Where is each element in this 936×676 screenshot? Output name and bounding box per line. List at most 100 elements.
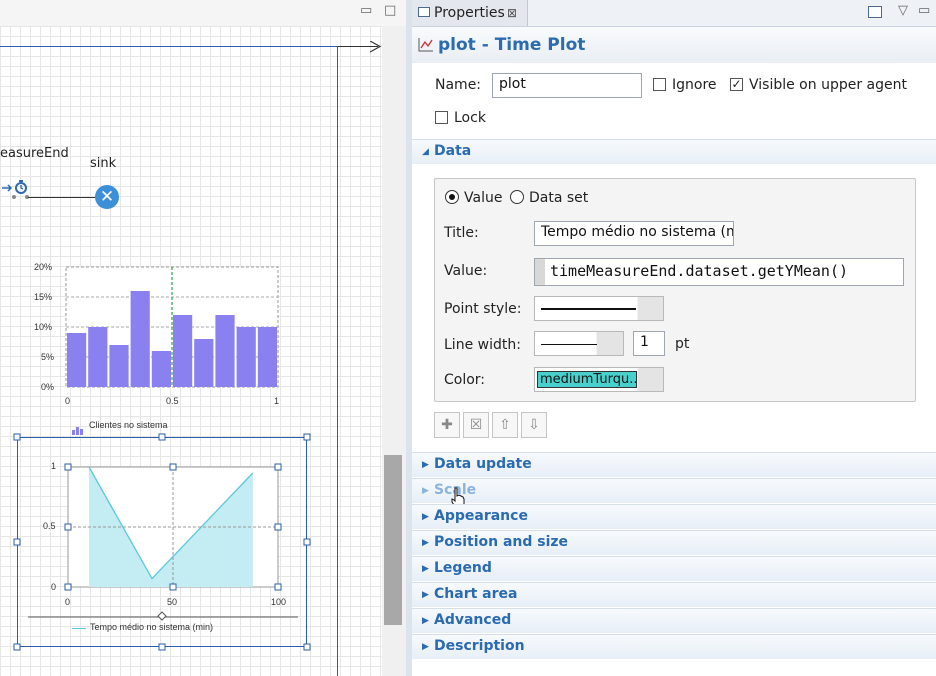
- collapsed-arrow-icon: ▶: [422, 564, 429, 574]
- plot-area-handle: [169, 463, 177, 471]
- selection-handle: [158, 433, 166, 441]
- plot-area-handle: [274, 463, 282, 471]
- collapsed-arrow-icon: ▶: [422, 642, 429, 652]
- ignore-checkbox[interactable]: [653, 78, 666, 91]
- selection-handle: [303, 433, 311, 441]
- section-label: Advanced: [434, 612, 512, 628]
- section-position-size[interactable]: ▶ Position and size: [412, 530, 936, 555]
- collapsed-arrow-icon: ▶: [422, 486, 429, 496]
- hist-legend-label: Clientes no sistema: [89, 420, 168, 430]
- selection-handle: [303, 538, 311, 546]
- section-description[interactable]: ▶ Description: [412, 634, 936, 659]
- hist-ytick: 20%: [34, 262, 53, 272]
- minimize-icon[interactable]: ▭: [360, 4, 372, 18]
- add-item-button[interactable]: ✚: [434, 412, 460, 438]
- view-menu-icon[interactable]: ▽: [898, 4, 908, 18]
- hist-bar: [236, 327, 256, 387]
- tp-ytick: 0: [51, 582, 57, 592]
- section-label: Position and size: [434, 534, 569, 550]
- hist-xtick: 1: [274, 396, 280, 406]
- line-width-field[interactable]: 1: [633, 331, 665, 356]
- hist-ytick: 0%: [41, 382, 55, 392]
- hist-bar: [130, 291, 150, 387]
- value-radio-selected[interactable]: [445, 190, 459, 204]
- collapsed-arrow-icon: ▶: [422, 512, 429, 522]
- arrow-head-icon: [370, 41, 382, 53]
- hist-xtick: 0: [65, 396, 71, 406]
- section-advanced[interactable]: ▶ Advanced: [412, 608, 936, 633]
- tp-legend-label: Tempo médio no sistema (min): [90, 622, 214, 632]
- hist-bar: [173, 315, 193, 387]
- section-chart-area[interactable]: ▶ Chart area: [412, 582, 936, 607]
- tp-ytick: 0.5: [43, 521, 56, 531]
- tp-xtick: 0: [65, 597, 71, 607]
- collapsed-arrow-icon: ▶: [422, 616, 429, 626]
- hist-bar: [151, 351, 171, 387]
- tp-legend-icon: [72, 628, 86, 629]
- selection-handle: [13, 538, 21, 546]
- point-style-dropdown[interactable]: [534, 296, 664, 321]
- hist-bar: [215, 315, 235, 387]
- tab-close-icon[interactable]: ⊠: [507, 0, 517, 26]
- title-field[interactable]: Tempo médio no sistema (m: [534, 221, 734, 246]
- properties-tab[interactable]: Properties ⊠: [412, 0, 528, 26]
- ignore-label: Ignore: [672, 77, 717, 93]
- hist-ytick: 10%: [34, 322, 53, 332]
- hist-bar: [257, 327, 277, 387]
- point-style-line-icon: [541, 308, 636, 310]
- time-measure-end-icon[interactable]: [0, 178, 30, 202]
- hist-legend-icon: [72, 420, 84, 435]
- frame-top: [0, 46, 338, 47]
- code-gutter: [535, 259, 545, 285]
- plot-area-handle: [274, 523, 282, 531]
- graphical-editor[interactable]: ▭ □ easureEnd sink ✕ 20% 15% 10% 5% 0% 0…: [0, 0, 406, 676]
- sink-icon[interactable]: ✕: [95, 185, 119, 209]
- color-dropdown[interactable]: mediumTurqu...: [534, 367, 664, 392]
- plot-area-handle: [64, 463, 72, 471]
- frame-right: [337, 46, 338, 676]
- move-up-button[interactable]: ⇧: [492, 412, 518, 438]
- expanded-arrow-icon: ◢: [422, 147, 429, 157]
- properties-title: plot - Time Plot: [438, 35, 586, 55]
- section-scale[interactable]: ▶ Scale: [412, 478, 936, 509]
- section-data-update[interactable]: ▶ Data update: [412, 452, 936, 477]
- hist-bar: [194, 339, 214, 387]
- properties-panel: Properties ⊠ ▽ ▭ plot - Time Plot Name: …: [412, 0, 936, 676]
- line-width-dropdown[interactable]: [534, 331, 624, 356]
- visible-checkbox-checked[interactable]: ✓: [730, 78, 743, 91]
- properties-header: plot - Time Plot: [412, 27, 936, 63]
- section-appearance[interactable]: ▶ Appearance: [412, 504, 936, 529]
- dataset-radio[interactable]: [510, 190, 524, 204]
- hist-ytick: 5%: [41, 352, 55, 362]
- line-width-label: Line width:: [444, 337, 521, 353]
- minimize-icon[interactable]: ▭: [918, 4, 930, 18]
- properties-tab-label: Properties: [434, 5, 505, 21]
- section-data[interactable]: ◢ Data: [412, 139, 936, 164]
- value-label: Value:: [444, 263, 488, 279]
- connector-line: [28, 197, 98, 198]
- section-label: Description: [434, 638, 525, 654]
- histogram-chart[interactable]: 20% 15% 10% 5% 0% 0 0.5 1 Clientes no si…: [16, 262, 286, 437]
- visible-label: Visible on upper agent: [749, 77, 907, 93]
- section-legend[interactable]: ▶ Legend: [412, 556, 936, 581]
- plot-area-handle: [274, 583, 282, 591]
- maximize-icon[interactable]: □: [384, 4, 396, 18]
- title-label: Title:: [444, 225, 479, 241]
- editor-scroll-thumb[interactable]: [384, 455, 402, 625]
- pin-view-icon[interactable]: [868, 6, 882, 18]
- data-item-pane: Value Data set Title: Tempo médio no sis…: [434, 178, 916, 402]
- properties-view-icon: [418, 7, 430, 17]
- point-style-label: Point style:: [444, 301, 522, 317]
- move-down-button[interactable]: ⇩: [521, 412, 547, 438]
- tp-xtick: 50: [167, 597, 178, 607]
- value-radio-label: Value: [464, 190, 503, 206]
- lock-checkbox[interactable]: [435, 111, 448, 124]
- plot-area-handle: [64, 583, 72, 591]
- selection-handle: [303, 643, 311, 651]
- legend-handle: [157, 611, 167, 621]
- section-data-label: Data: [434, 143, 472, 159]
- name-field[interactable]: plot: [492, 73, 642, 98]
- remove-item-button[interactable]: ☒: [463, 412, 489, 438]
- section-label: Legend: [434, 560, 492, 576]
- value-code-field[interactable]: timeMeasureEnd.dataset.getYMean(): [534, 258, 904, 286]
